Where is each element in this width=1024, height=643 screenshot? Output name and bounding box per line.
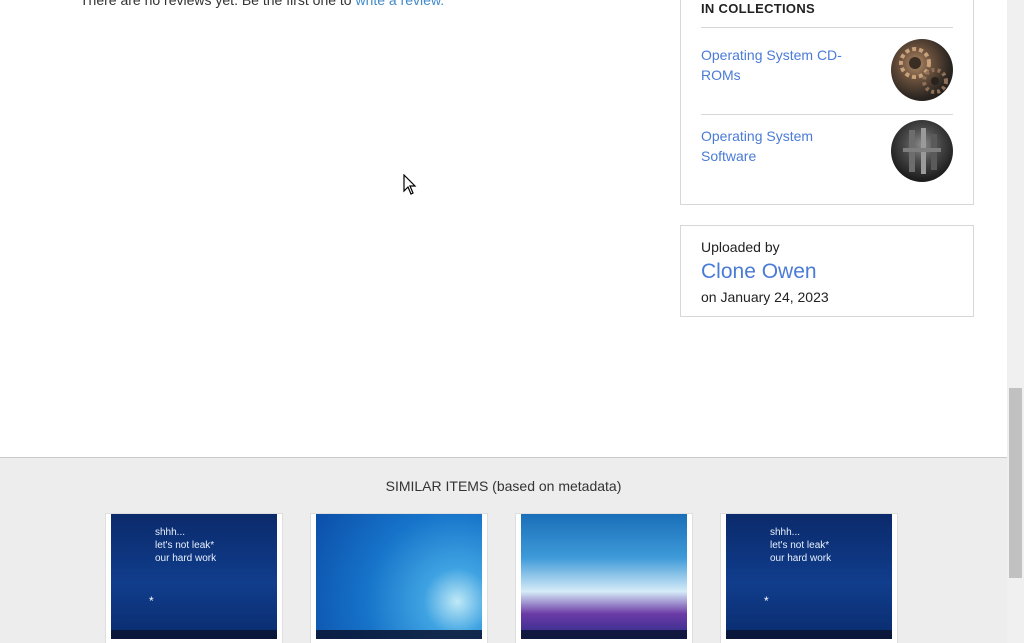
mouse-cursor-icon	[403, 174, 417, 195]
star-icon: *	[764, 594, 769, 608]
similar-items-section: SIMILAR ITEMS (based on metadata) shhh..…	[0, 457, 1007, 643]
gears-thumbnail[interactable]	[891, 39, 953, 101]
taskbar	[521, 630, 687, 639]
thumbnail-text: shhh... let's not leak* our hard work	[155, 527, 217, 564]
reviews-text: There are no reviews yet. Be the first o…	[80, 0, 356, 8]
similar-item-card[interactable]	[515, 513, 693, 643]
scrollbar-thumb[interactable]	[1009, 388, 1022, 578]
collections-heading: IN COLLECTIONS	[701, 1, 815, 16]
write-review-link[interactable]: write a review.	[355, 0, 444, 8]
divider	[701, 27, 953, 28]
uploader-name-link[interactable]: Clone Owen	[701, 260, 817, 284]
taskbar	[111, 630, 277, 639]
similar-item-card[interactable]: shhh... let's not leak* our hard work *	[720, 513, 898, 643]
item-thumbnail[interactable]	[316, 514, 482, 639]
upload-date: on January 24, 2023	[701, 289, 829, 305]
vertical-scrollbar[interactable]	[1007, 0, 1024, 643]
collection-link[interactable]: Operating System CD-ROMs	[701, 45, 861, 85]
item-thumbnail[interactable]: shhh... let's not leak* our hard work *	[111, 514, 277, 639]
taskbar	[316, 630, 482, 639]
collection-item-software[interactable]: Operating System Software	[701, 112, 953, 184]
reviews-message: There are no reviews yet. Be the first o…	[80, 0, 444, 8]
similar-item-card[interactable]: shhh... let's not leak* our hard work *	[105, 513, 283, 643]
collection-item-cd-roms[interactable]: Operating System CD-ROMs	[701, 31, 953, 103]
item-thumbnail[interactable]: shhh... let's not leak* our hard work *	[726, 514, 892, 639]
similar-item-card[interactable]	[310, 513, 488, 643]
item-thumbnail[interactable]	[521, 514, 687, 639]
uploaded-by-label: Uploaded by	[701, 239, 780, 255]
collection-link[interactable]: Operating System Software	[701, 126, 861, 166]
taskbar	[726, 630, 892, 639]
machinery-thumbnail[interactable]	[891, 120, 953, 182]
similar-items-heading: SIMILAR ITEMS (based on metadata)	[385, 478, 622, 494]
thumbnail-text: shhh... let's not leak* our hard work	[770, 527, 832, 564]
star-icon: *	[149, 594, 154, 608]
collections-panel: IN COLLECTIONS Operating System CD-ROMs …	[680, 0, 974, 205]
uploader-panel: Uploaded by Clone Owen on January 24, 20…	[680, 225, 974, 317]
